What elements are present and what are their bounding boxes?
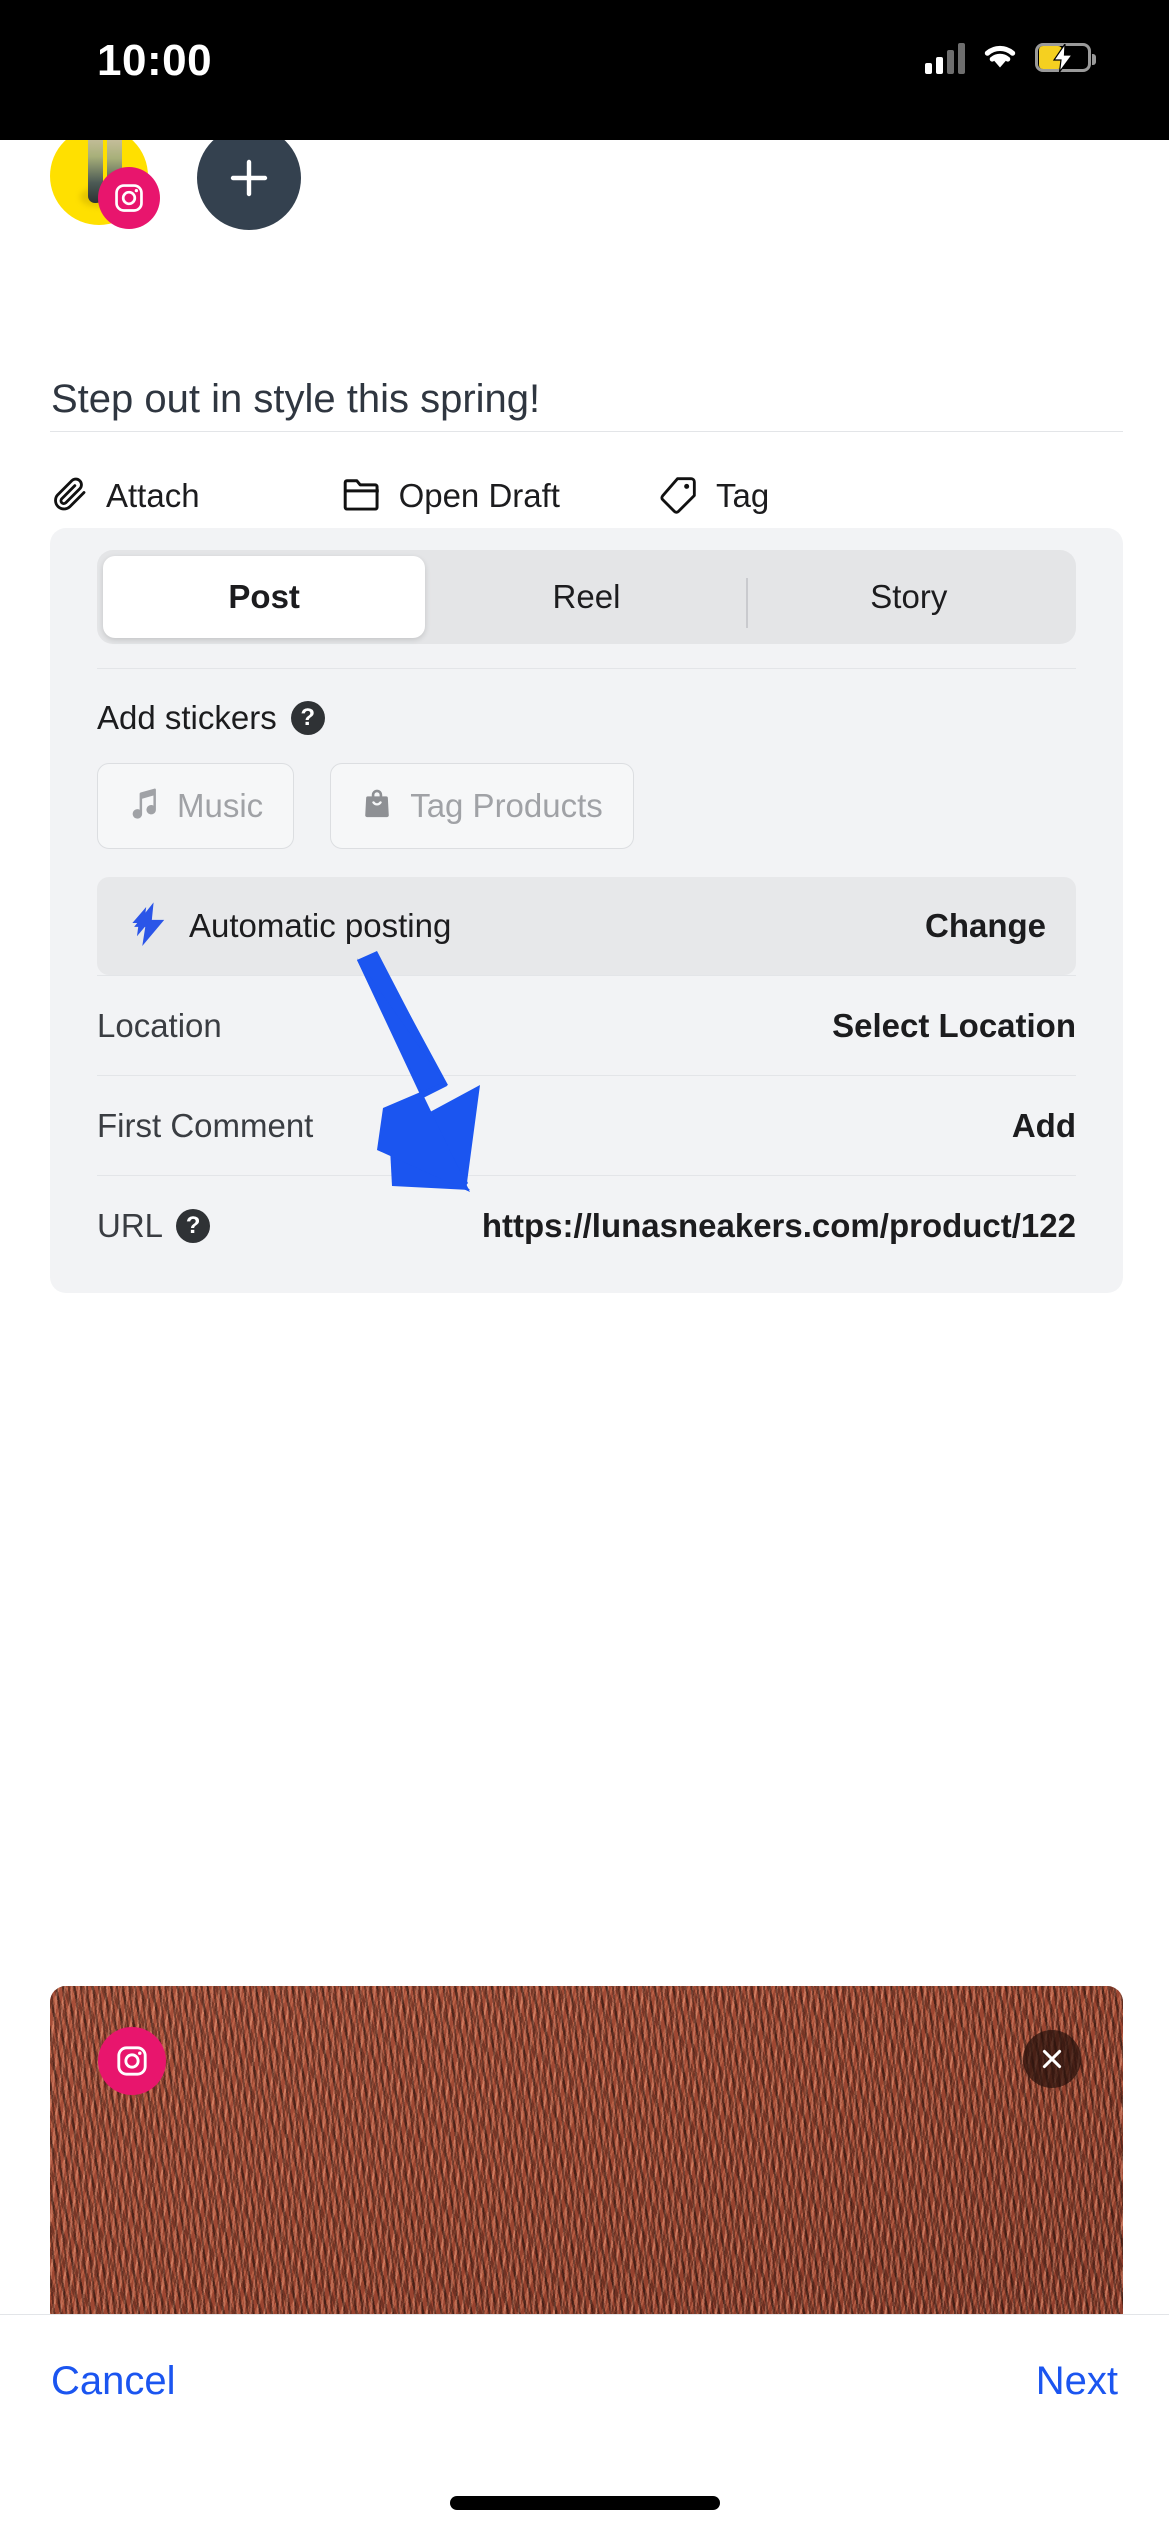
location-row[interactable]: Location Select Location [97, 975, 1076, 1075]
paperclip-icon [50, 474, 90, 519]
status-bar-icons [925, 40, 1096, 75]
home-indicator [449, 2496, 720, 2510]
first-comment-label: First Comment [97, 1106, 314, 1144]
tag-button[interactable]: Tag [658, 474, 769, 519]
tag-products-button[interactable]: Tag Products [330, 763, 634, 849]
cellular-signal-icon [925, 42, 965, 74]
close-icon[interactable] [1023, 2030, 1081, 2088]
avatar[interactable] [50, 127, 160, 229]
status-bar: 10:00 [0, 0, 1169, 140]
url-value[interactable]: https://lunasneakers.com/product/122 [482, 1207, 1076, 1245]
open-draft-button[interactable]: Open Draft [341, 474, 560, 519]
url-label-text: URL [97, 1206, 164, 1244]
automatic-posting-label: Automatic posting [189, 907, 452, 944]
composer-sheet: Step out in style this spring! Attach Op… [0, 108, 1169, 2532]
tab-post[interactable]: Post [103, 556, 426, 638]
automatic-posting-row[interactable]: Automatic posting Change [97, 877, 1076, 975]
attach-label: Attach [106, 477, 200, 514]
caption-input[interactable]: Step out in style this spring! [51, 373, 1121, 425]
tag-products-label: Tag Products [410, 787, 603, 824]
first-comment-row[interactable]: First Comment Add [97, 1075, 1076, 1175]
url-label: URL ? [97, 1206, 211, 1245]
cancel-button[interactable]: Cancel [51, 2359, 176, 2404]
shopping-bag-icon [361, 787, 393, 826]
panel-divider-1 [97, 668, 1076, 669]
instagram-icon [98, 167, 160, 229]
stickers-help-icon[interactable]: ? [290, 701, 325, 735]
toolbar-divider [50, 431, 1123, 432]
music-sticker-button[interactable]: Music [97, 763, 295, 849]
automatic-posting-change-button[interactable]: Change [925, 907, 1046, 945]
tag-icon [658, 474, 700, 519]
phone-screen: 10:00 Step out in style this spring! Att… [0, 0, 1169, 2532]
tab-reel[interactable]: Reel [425, 556, 748, 638]
attach-button[interactable]: Attach [50, 474, 200, 519]
tab-post-label: Post [228, 578, 300, 615]
next-button[interactable]: Next [1036, 2359, 1118, 2404]
bottom-action-bar: Cancel Next [0, 2314, 1169, 2532]
post-options-panel: Post Reel Story Add stickers ? Music Tag… [50, 528, 1123, 1293]
url-row[interactable]: URL ? https://lunasneakers.com/product/1… [97, 1175, 1076, 1275]
open-draft-label: Open Draft [398, 477, 560, 514]
music-sticker-label: Music [177, 787, 264, 824]
lightning-bolt-icon [127, 901, 171, 952]
add-stickers-header: Add stickers ? [97, 699, 1123, 737]
music-note-icon [128, 787, 160, 826]
instagram-icon [98, 2027, 166, 2095]
tag-label: Tag [715, 477, 770, 514]
battery-charging-icon [1035, 43, 1096, 72]
account-selector [50, 126, 301, 230]
location-label: Location [97, 1006, 222, 1044]
add-stickers-label: Add stickers [97, 699, 277, 736]
url-help-icon[interactable]: ? [176, 1208, 211, 1243]
select-location-button[interactable]: Select Location [832, 1007, 1076, 1045]
tab-reel-label: Reel [552, 578, 621, 615]
tab-story-label: Story [870, 578, 948, 615]
composer-toolbar: Attach Open Draft Tag [50, 453, 1123, 539]
tab-story[interactable]: Story [748, 556, 1070, 638]
first-comment-add-button[interactable]: Add [1012, 1107, 1076, 1145]
sticker-buttons: Music Tag Products [97, 763, 1123, 849]
add-account-button[interactable] [197, 126, 301, 230]
folder-icon [341, 474, 383, 519]
post-type-tabs: Post Reel Story [97, 550, 1076, 644]
status-bar-clock: 10:00 [97, 36, 213, 85]
wifi-icon [981, 40, 1019, 75]
